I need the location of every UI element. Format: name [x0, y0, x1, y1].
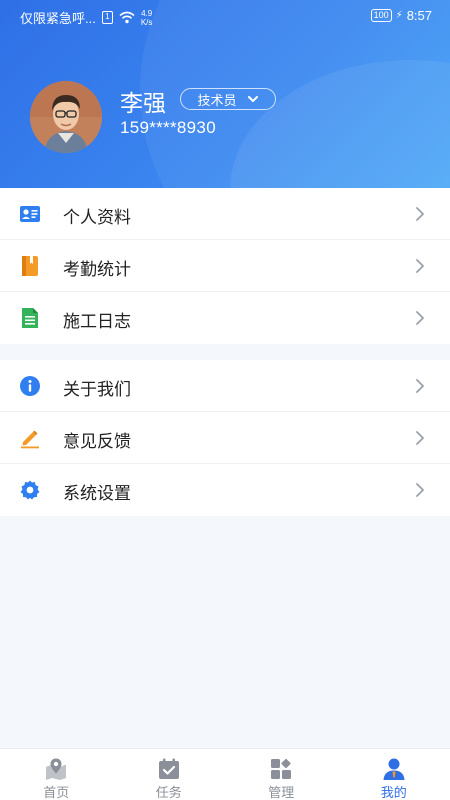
chevron-down-icon — [247, 96, 258, 102]
gear-icon — [20, 480, 40, 500]
grid-icon — [271, 758, 291, 779]
speed-unit: K/s — [140, 17, 153, 27]
menu-item-attendance[interactable]: 考勤统计 — [0, 240, 450, 292]
map-pin-icon — [46, 758, 66, 780]
avatar[interactable] — [30, 81, 102, 153]
tab-tasks[interactable]: 任务 — [113, 749, 226, 800]
wifi-icon — [119, 11, 135, 24]
battery-icon: 100 — [370, 9, 392, 22]
menu-label: 关于我们 — [63, 380, 131, 399]
tab-label: 任务 — [155, 785, 182, 800]
menu-item-construction-log[interactable]: 施工日志 — [0, 292, 450, 344]
id-card-icon — [20, 206, 40, 222]
status-time: 8:57 — [406, 8, 432, 23]
menu-label: 个人资料 — [63, 208, 131, 227]
tab-label: 我的 — [380, 785, 407, 800]
info-icon — [20, 376, 40, 396]
log-document-icon — [22, 308, 38, 328]
user-name: 李强 — [120, 90, 166, 116]
tab-label: 管理 — [268, 785, 295, 800]
menu-item-profile[interactable]: 个人资料 — [0, 188, 450, 240]
menu-label: 系统设置 — [63, 484, 131, 503]
menu-item-about[interactable]: 关于我们 — [0, 360, 450, 412]
menu-item-feedback[interactable]: 意见反馈 — [0, 412, 450, 464]
role-label: 技术员 — [197, 92, 237, 108]
network-speed: 4.9 K/s — [141, 9, 153, 27]
task-calendar-icon — [158, 758, 179, 779]
menu-item-settings[interactable]: 系统设置 — [0, 464, 450, 516]
attendance-book-icon — [22, 256, 38, 276]
menu-label: 意见反馈 — [63, 432, 131, 451]
user-icon — [383, 758, 404, 780]
bottom-tab-bar: 首页 任务 管理 我的 — [0, 748, 450, 800]
chevron-right-icon — [416, 483, 424, 497]
chevron-right-icon — [416, 311, 424, 325]
tab-manage[interactable]: 管理 — [225, 749, 338, 800]
chevron-right-icon — [416, 379, 424, 393]
chevron-right-icon — [416, 207, 424, 221]
avatar-image — [30, 81, 102, 153]
menu-group-account: 个人资料 考勤统计 施工日志 — [0, 188, 450, 344]
battery-level: 100 — [373, 10, 389, 20]
profile-header: 仅限紧急呼... 1 4.9 K/s 100 ⚡ 8:57 李强 技术员 159… — [0, 0, 450, 188]
speed-value: 4.9 — [141, 8, 153, 18]
tab-home[interactable]: 首页 — [0, 749, 113, 800]
charging-icon: ⚡ — [395, 10, 403, 21]
tab-mine[interactable]: 我的 — [338, 749, 450, 800]
tab-label: 首页 — [43, 785, 70, 800]
pencil-icon — [21, 430, 39, 449]
chevron-right-icon — [416, 431, 424, 445]
chevron-right-icon — [416, 259, 424, 273]
menu-label: 考勤统计 — [63, 260, 131, 279]
role-selector[interactable]: 技术员 — [180, 88, 276, 110]
status-bar: 仅限紧急呼... 1 4.9 K/s 100 ⚡ 8:57 — [0, 0, 450, 32]
status-notice: 仅限紧急呼... — [20, 11, 96, 26]
sim-icon: 1 — [101, 11, 113, 24]
menu-group-system: 关于我们 意见反馈 系统设置 — [0, 360, 450, 516]
user-phone: 159****8930 — [120, 118, 216, 137]
menu-label: 施工日志 — [63, 312, 131, 331]
